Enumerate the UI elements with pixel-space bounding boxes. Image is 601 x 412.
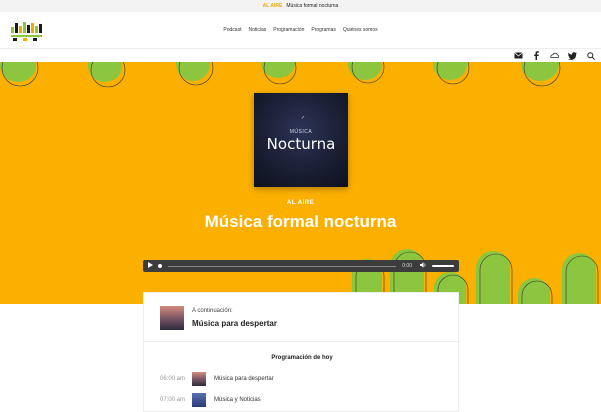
volume-icon[interactable]	[420, 262, 428, 270]
soundcloud-icon[interactable]	[550, 51, 559, 60]
current-show-title: Música formal nocturna	[204, 212, 397, 231]
nav-podcast[interactable]: Podcast	[223, 27, 241, 33]
schedule-thumbnail	[192, 393, 206, 407]
album-title-text: Nocturna	[266, 135, 336, 153]
mail-icon[interactable]	[514, 51, 523, 60]
progress-track[interactable]	[168, 265, 397, 267]
audio-player: 0:00	[143, 260, 459, 272]
site-header: Podcast Noticias Programación Programas …	[0, 12, 601, 48]
schedule-show-name: Música y Noticias	[214, 397, 261, 403]
onair-label: AL AIRE	[286, 200, 315, 206]
play-icon[interactable]	[148, 262, 156, 270]
progress-handle[interactable]	[158, 264, 162, 268]
nav-programas[interactable]: Programas	[311, 27, 335, 33]
list-item[interactable]: 06:00 am Música para despertar	[160, 372, 274, 386]
schedule-title: Programación de hoy	[271, 355, 333, 361]
volume-slider[interactable]	[432, 265, 454, 267]
nav-noticias[interactable]: Noticias	[248, 27, 266, 33]
nav-programacion[interactable]: Programación	[273, 27, 304, 33]
next-label: A continuación:	[192, 308, 233, 314]
schedule-card: A continuación: Música para despertar Pr…	[143, 292, 460, 412]
onair-current-show[interactable]: Música formal nocturna	[286, 3, 338, 9]
schedule-time: 07:00 am	[160, 397, 186, 403]
social-bar	[0, 48, 601, 62]
social-links	[514, 51, 595, 60]
main-nav: Podcast Noticias Programación Programas …	[0, 27, 601, 33]
search-icon[interactable]	[586, 51, 595, 60]
next-show-title[interactable]: Música para despertar	[192, 319, 277, 328]
moon-icon: ✓	[301, 115, 306, 121]
nav-quienes-somos[interactable]: Quiénes somos	[343, 27, 378, 33]
list-item[interactable]: 07:00 am Música y Noticias	[160, 393, 261, 407]
hero-onair: ✓ MÚSICA Nocturna AL AIRE Música formal …	[0, 62, 601, 304]
schedule-show-name: Música para despertar	[214, 376, 274, 382]
facebook-icon[interactable]	[532, 51, 541, 60]
divider	[144, 341, 460, 342]
top-onair-bar: AL AIRE Música formal nocturna	[0, 0, 601, 12]
onair-tag: AL AIRE	[262, 3, 283, 9]
twitter-icon[interactable]	[568, 51, 577, 60]
album-cover: ✓ MÚSICA Nocturna	[254, 93, 348, 187]
next-show-thumbnail[interactable]	[160, 306, 184, 330]
player-time: 0:00	[402, 263, 412, 269]
schedule-time: 06:00 am	[160, 376, 186, 382]
schedule-thumbnail	[192, 372, 206, 386]
